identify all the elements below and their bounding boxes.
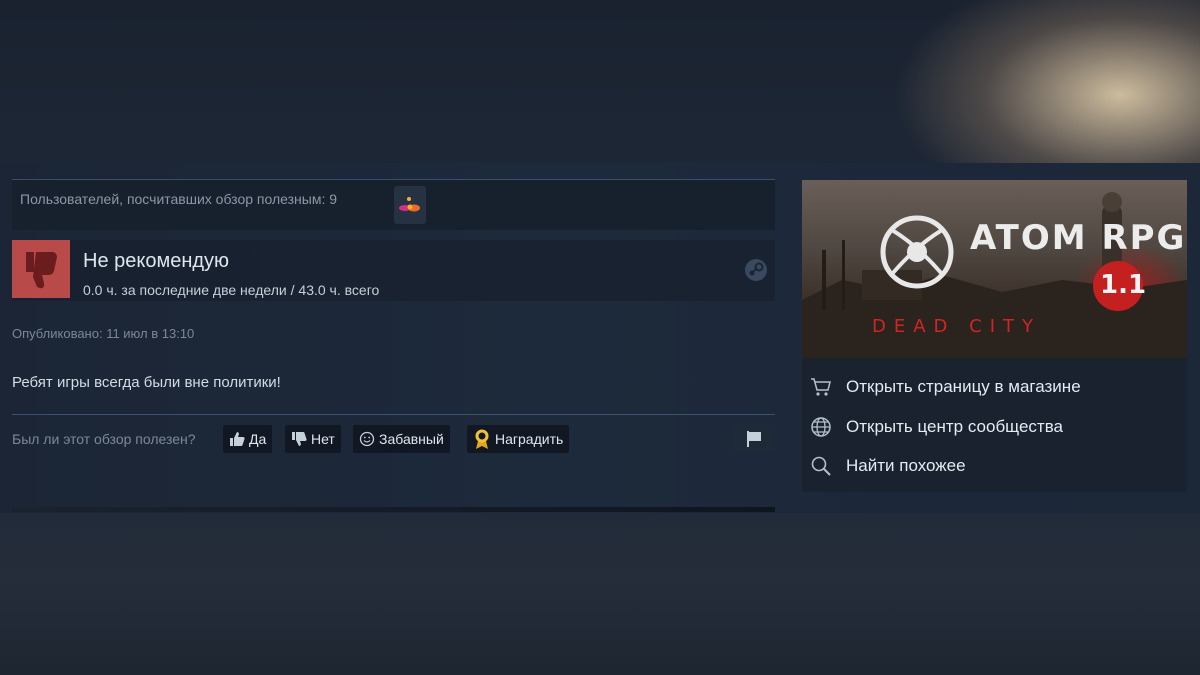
review-body: Ребят игры всегда были вне политики! xyxy=(12,374,281,391)
posted-date: Опубликовано: 11 июл в 13:10 xyxy=(12,326,195,341)
vote-no-button[interactable]: Нет xyxy=(285,425,341,453)
open-store-page-label: Открыть страницу в магазине xyxy=(846,377,1081,396)
vote-controls: Был ли этот обзор полезен? Да Нет Забавн… xyxy=(12,425,775,453)
award-ribbon-icon xyxy=(475,429,489,449)
open-store-page-link[interactable]: Открыть страницу в магазине xyxy=(810,375,1180,399)
divider xyxy=(12,414,775,415)
game-capsule-image[interactable]: ATOM RPG 1.1 DEAD CITY xyxy=(802,180,1187,358)
open-community-hub-link[interactable]: Открыть центр сообщества xyxy=(810,415,1180,439)
vote-funny-button[interactable]: Забавный xyxy=(353,425,450,453)
award-icon[interactable] xyxy=(394,186,426,224)
vote-yes-button[interactable]: Да xyxy=(223,425,273,453)
thumbs-up-icon xyxy=(230,432,245,446)
smiley-icon xyxy=(359,431,375,447)
find-similar-label: Найти похожее xyxy=(846,456,966,475)
vote-no-label: Нет xyxy=(311,431,335,447)
game-title: ATOM RPG xyxy=(970,218,1187,258)
vote-question: Был ли этот обзор полезен? xyxy=(12,431,196,447)
lower-background xyxy=(0,513,1200,675)
review-header: Не рекомендую 0.0 ч. за последние две не… xyxy=(12,240,775,301)
game-version: 1.1 xyxy=(1100,270,1147,300)
award-button[interactable]: Наградить xyxy=(467,425,570,453)
search-icon xyxy=(811,456,831,476)
thumbs-down-icon xyxy=(292,432,307,446)
award-label: Наградить xyxy=(495,431,564,447)
find-similar-link[interactable]: Найти похожее xyxy=(810,454,1180,478)
playtime-hours: 0.0 ч. за последние две недели / 43.0 ч.… xyxy=(83,282,380,298)
vote-yes-label: Да xyxy=(249,431,267,447)
helpful-count-text: Пользователей, посчитавших обзор полезны… xyxy=(20,191,338,207)
flag-icon xyxy=(747,430,761,447)
game-subtitle: DEAD CITY xyxy=(872,316,1041,337)
thumbs-down-icon xyxy=(12,240,70,298)
page: Пользователей, посчитавших обзор полезны… xyxy=(0,0,1200,675)
review-verdict: Не рекомендую xyxy=(83,250,230,272)
section-bottom-border xyxy=(12,507,775,512)
globe-icon xyxy=(811,417,831,437)
cart-icon xyxy=(811,378,831,396)
vote-funny-label: Забавный xyxy=(379,431,444,447)
open-community-hub-label: Открыть центр сообщества xyxy=(846,417,1064,436)
helpful-summary: Пользователей, посчитавших обзор полезны… xyxy=(12,179,775,230)
report-flag-button[interactable] xyxy=(733,425,775,452)
steam-icon xyxy=(745,259,767,281)
game-sidebar: ATOM RPG 1.1 DEAD CITY Открыть страницу … xyxy=(802,180,1187,492)
